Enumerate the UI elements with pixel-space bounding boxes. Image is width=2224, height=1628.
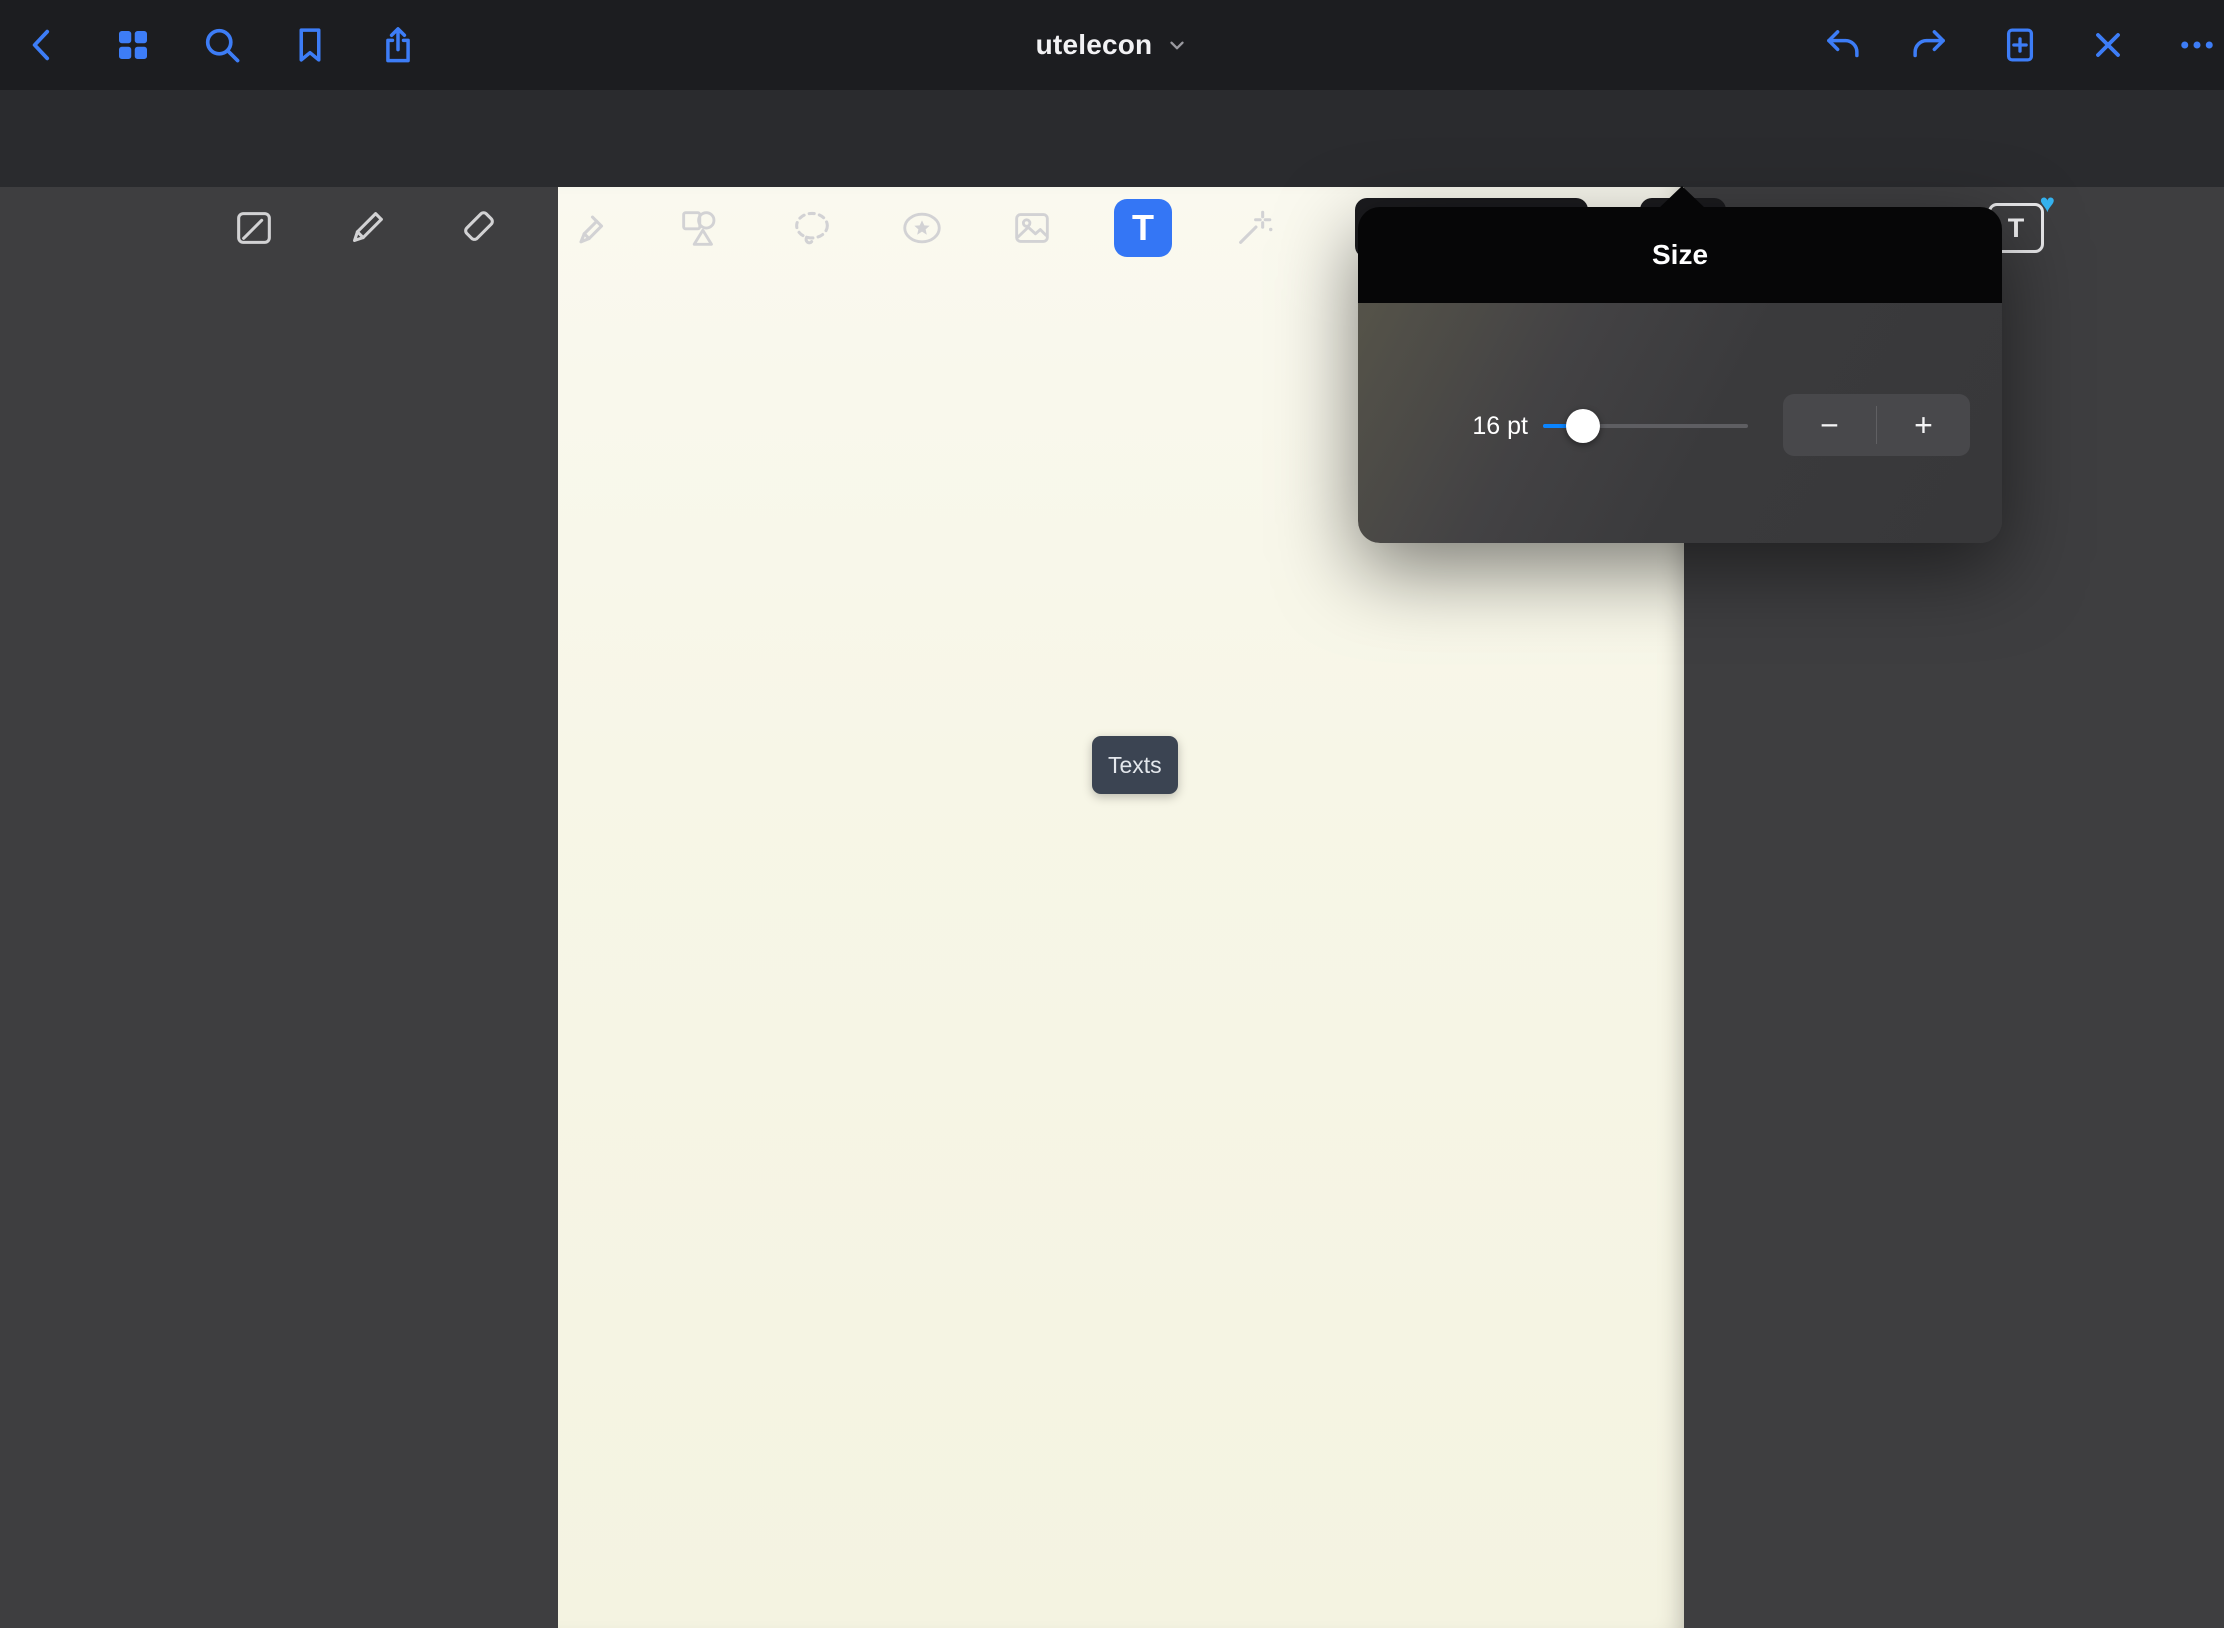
reader-mode-icon xyxy=(231,205,277,251)
size-slider[interactable] xyxy=(1543,408,1748,444)
lasso-icon xyxy=(789,205,835,251)
eraser-icon xyxy=(456,205,502,251)
shapes-icon xyxy=(676,205,722,251)
text-tool-icon: T xyxy=(1132,210,1154,246)
pen-icon xyxy=(344,205,390,251)
laser-pointer-tool[interactable] xyxy=(1223,196,1287,260)
slider-knob[interactable] xyxy=(1566,409,1600,443)
more-ellipsis-icon xyxy=(2176,24,2218,66)
elements-tool[interactable] xyxy=(890,196,954,260)
bookmark-button[interactable] xyxy=(278,13,342,77)
text-style-t-glyph: T xyxy=(2008,215,2025,242)
text-tool[interactable]: T xyxy=(1114,199,1172,257)
size-stepper: − + xyxy=(1783,394,1970,456)
tool-bar: T HiraginoSans-... 16 T ♥ xyxy=(0,90,2224,187)
elements-star-icon xyxy=(899,205,945,251)
redo-button[interactable] xyxy=(1898,13,1962,77)
search-icon xyxy=(200,23,244,67)
size-popover-header: Size xyxy=(1358,207,2002,303)
close-icon xyxy=(2088,25,2128,65)
more-button[interactable] xyxy=(2165,13,2224,77)
laser-pointer-icon xyxy=(1232,205,1278,251)
eraser-tool[interactable] xyxy=(447,196,511,260)
size-popover-title: Size xyxy=(1652,239,1708,271)
highlighter-tool[interactable] xyxy=(558,196,622,260)
increase-size-button[interactable]: + xyxy=(1877,394,1970,456)
bookmark-icon xyxy=(289,24,331,66)
favorite-heart-icon: ♥ xyxy=(2040,190,2055,216)
add-page-button[interactable] xyxy=(1988,13,2052,77)
share-icon xyxy=(376,23,420,67)
canvas-text-object[interactable]: Texts xyxy=(1092,736,1178,794)
size-popover-body: 16 pt − + xyxy=(1358,303,2002,543)
chevron-left-icon xyxy=(23,25,63,65)
search-button[interactable] xyxy=(190,13,254,77)
document-title[interactable]: utelecon xyxy=(1036,29,1153,61)
size-popover: Size 16 pt − + xyxy=(1358,207,2002,543)
undo-icon xyxy=(1821,24,1863,66)
shapes-tool[interactable] xyxy=(667,196,731,260)
pen-tool[interactable] xyxy=(335,196,399,260)
thumbnails-grid-icon xyxy=(112,24,154,66)
popover-arrow xyxy=(1658,186,1706,209)
title-menu-button[interactable] xyxy=(1166,34,1188,56)
reader-mode-tool[interactable] xyxy=(222,196,286,260)
page-thumbnails-button[interactable] xyxy=(101,13,165,77)
share-button[interactable] xyxy=(366,13,430,77)
chevron-down-icon xyxy=(1166,34,1188,56)
image-icon xyxy=(1009,205,1055,251)
lasso-tool[interactable] xyxy=(780,196,844,260)
image-tool[interactable] xyxy=(1000,196,1064,260)
back-button[interactable] xyxy=(11,13,75,77)
size-value-label: 16 pt xyxy=(1398,409,1528,443)
decrease-size-button[interactable]: − xyxy=(1783,394,1876,456)
redo-icon xyxy=(1909,24,1951,66)
highlighter-icon xyxy=(567,205,613,251)
close-button[interactable] xyxy=(2076,13,2140,77)
top-navigation-bar: utelecon xyxy=(0,0,2224,90)
undo-button[interactable] xyxy=(1810,13,1874,77)
add-page-icon xyxy=(1999,24,2041,66)
